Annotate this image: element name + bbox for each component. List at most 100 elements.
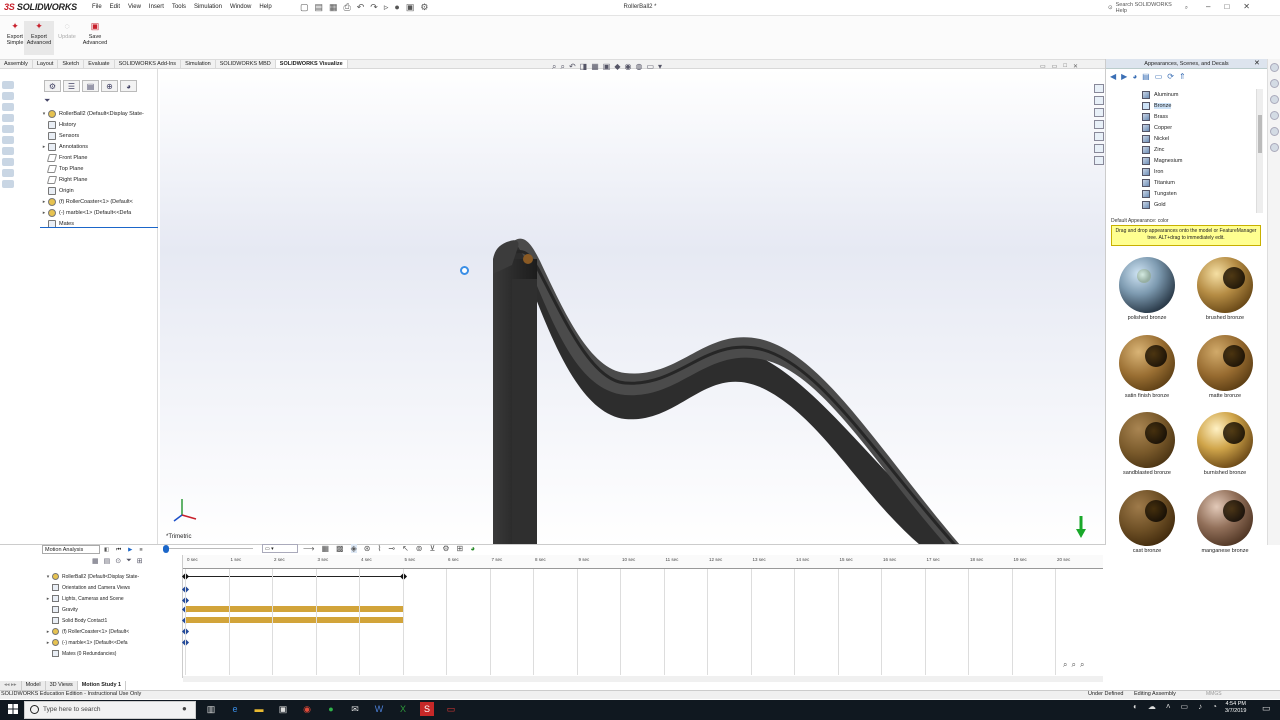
previous-view-icon[interactable]: ↶ [569, 62, 576, 72]
tree-item[interactable]: ▸ (f) RollerCoaster<1> (Default< [40, 196, 158, 207]
notifications-icon[interactable]: ▭ [1262, 703, 1271, 714]
mail-icon[interactable]: ✉ [348, 702, 362, 716]
edit-appearance-icon[interactable]: ◍ [636, 62, 643, 72]
tab-simulation[interactable]: Simulation [181, 60, 216, 68]
help-search[interactable]: ⊙ Search SOLIDWORKS Help ⌕ [1108, 2, 1188, 14]
motion-tree-item[interactable]: ▾ RollerBall2 (Default<Display State- [44, 571, 160, 582]
timeline-scrollbar[interactable] [183, 676, 1103, 682]
taskbar-clock[interactable]: 4:54 PM 3/7/2019 [1225, 701, 1246, 715]
search-icon[interactable]: ⌕ [1185, 5, 1188, 12]
design-library-tab-icon[interactable] [1270, 79, 1279, 88]
motion-tree-item[interactable]: Mates (0 Redundancies) [44, 648, 160, 659]
tab-solidworks-add-ins[interactable]: SOLIDWORKS Add-Ins [115, 60, 182, 68]
store-icon[interactable]: ▣ [276, 702, 290, 716]
hide-show-items-icon[interactable]: ◉ [625, 62, 632, 72]
appearances-home-icon[interactable]: ◕ [1132, 72, 1137, 81]
gravity-icon[interactable]: ⊻ [429, 544, 435, 553]
material-folder-bronze[interactable]: Bronze [1108, 100, 1256, 111]
toolbar-icon[interactable] [2, 81, 14, 89]
minimize-icon[interactable]: – [1206, 2, 1210, 11]
motion-timeline[interactable]: 0 sec 1 sec 2 sec 3 sec 4 sec 5 sec 6 sec 7 sec… [181, 555, 1103, 678]
motion-tab-icon[interactable] [1094, 156, 1104, 165]
add-folder-icon[interactable]: ▤ [1142, 72, 1150, 81]
windows-start-icon[interactable] [8, 704, 18, 714]
expand-arrow-icon[interactable]: ▸ [44, 640, 52, 646]
dynamic-annotation-icon[interactable]: ▦ [591, 62, 599, 72]
animation-wizard-icon[interactable]: ▩ [336, 544, 344, 553]
tree-item[interactable]: ▸ Annotations [40, 141, 158, 152]
motion-tree-item[interactable]: ▸ (-) marble<1> (Default<<Defa [44, 637, 160, 648]
wifi-icon[interactable]: ◔ [1212, 702, 1217, 711]
roller-coaster-model[interactable] [160, 69, 1105, 545]
file-explorer-icon[interactable]: ▬ [252, 702, 266, 716]
file-explorer-tab-icon[interactable] [1270, 95, 1279, 104]
stop-icon[interactable]: ■ [139, 547, 142, 553]
tab-3d-views[interactable]: 3D Views [45, 681, 78, 690]
tree-item[interactable]: ▾ RollerBall2 (Default<Display State- [40, 108, 158, 119]
toolbar-icon[interactable] [2, 169, 14, 177]
appearance-swatch[interactable]: brushed bronze [1186, 254, 1264, 332]
tab-solidworks-visualize[interactable]: SOLIDWORKS Visualize [275, 60, 348, 68]
material-folder-nickel[interactable]: Nickel [1108, 133, 1256, 144]
toolbar-icon[interactable] [2, 136, 14, 144]
edge-icon[interactable]: e [228, 702, 242, 716]
scrubber-knob[interactable] [163, 545, 169, 553]
study-properties-icon[interactable]: ⚙ [442, 544, 449, 553]
zoom-in-timeline-icon[interactable]: ⌕ [1063, 660, 1067, 670]
close-icon[interactable]: ✕ [1073, 63, 1078, 70]
tab-scroll-arrows[interactable]: ◂◂ ▸▸ [0, 681, 22, 690]
onedrive-icon[interactable]: ☁ [1148, 702, 1156, 711]
motor-icon[interactable]: ⊛ [364, 544, 371, 553]
configuration-manager-tab-icon[interactable]: ▤ [82, 80, 99, 92]
play-icon[interactable]: ▶ [128, 547, 132, 553]
apply-scene-icon[interactable]: ▭ [646, 62, 654, 72]
calculate-icon[interactable]: ◧ [104, 547, 109, 553]
appearances-tab-icon[interactable] [1270, 127, 1279, 136]
tree-item[interactable]: History [40, 119, 158, 130]
study-type-dropdown[interactable]: Motion Analysis [42, 545, 100, 554]
material-tree-scrollbar[interactable] [1256, 89, 1263, 213]
view-palette-tab-icon[interactable] [1270, 111, 1279, 120]
expand-arrow-icon[interactable]: ▸ [40, 199, 48, 205]
task-view-icon[interactable]: ▥ [204, 702, 218, 716]
network-icon[interactable]: ▭ [1181, 702, 1189, 711]
view-palette-tab-icon[interactable] [1094, 120, 1104, 129]
tree-item[interactable]: Front Plane [40, 152, 158, 163]
help-tray-icon[interactable]: ◐ [1133, 702, 1138, 711]
view-orientation-icon[interactable]: ▣ [603, 62, 611, 72]
resources-tab-icon[interactable] [1094, 84, 1104, 93]
material-folder-zinc[interactable]: Zinc [1108, 144, 1256, 155]
rollback-bar[interactable] [40, 227, 158, 228]
spring-icon[interactable]: ⌇ [377, 544, 381, 553]
tree-item[interactable]: Top Plane [40, 163, 158, 174]
playback-speed-dropdown[interactable]: ▭ ▾ [262, 544, 298, 553]
tree-item[interactable]: Origin [40, 185, 158, 196]
expand-arrow-icon[interactable]: ▸ [40, 210, 48, 216]
filter-driving-icon[interactable]: ▤ [104, 557, 111, 567]
taskbar-search-input[interactable]: Type here to search [24, 701, 196, 719]
toolbar-icon[interactable] [2, 103, 14, 111]
feature-manager-tab-icon[interactable]: ⚙ [44, 80, 61, 92]
update-button[interactable]: ◌ Update [52, 21, 82, 40]
maximize-icon[interactable]: □ [1224, 2, 1229, 11]
tab-sketch[interactable]: Sketch [58, 60, 85, 68]
motion-tree-item[interactable]: Orientation and Camera Views [44, 582, 160, 593]
restore-icon[interactable]: ▭ [1040, 63, 1046, 70]
filter-results-icon[interactable]: ⏷ [126, 557, 132, 567]
force-icon[interactable]: ↖ [402, 544, 409, 553]
tree-item[interactable]: ▸ (-) marble<1> (Default<<Defa [40, 207, 158, 218]
tab-model[interactable]: Model [21, 681, 46, 690]
simulation-setup-icon[interactable]: ◕ [470, 544, 475, 553]
file-explorer-tab-icon[interactable] [1094, 108, 1104, 117]
material-folder-titanium[interactable]: Titanium [1108, 177, 1256, 188]
filter-selected-icon[interactable]: ⊙ [115, 557, 121, 567]
appearance-swatch[interactable]: satin finish bronze [1108, 332, 1186, 410]
autokey-toggle-icon[interactable]: ◈ [350, 544, 357, 553]
tab-assembly[interactable]: Assembly [0, 60, 33, 68]
expand-arrow-icon[interactable]: ▾ [40, 111, 48, 117]
volume-icon[interactable]: ♪ [1198, 702, 1202, 711]
contact-icon[interactable]: ⊚ [416, 544, 423, 553]
tab-motion-study-1[interactable]: Motion Study 1 [77, 681, 127, 690]
refresh-icon[interactable]: ⟳ [1167, 72, 1174, 81]
toolbar-icon[interactable] [2, 92, 14, 100]
